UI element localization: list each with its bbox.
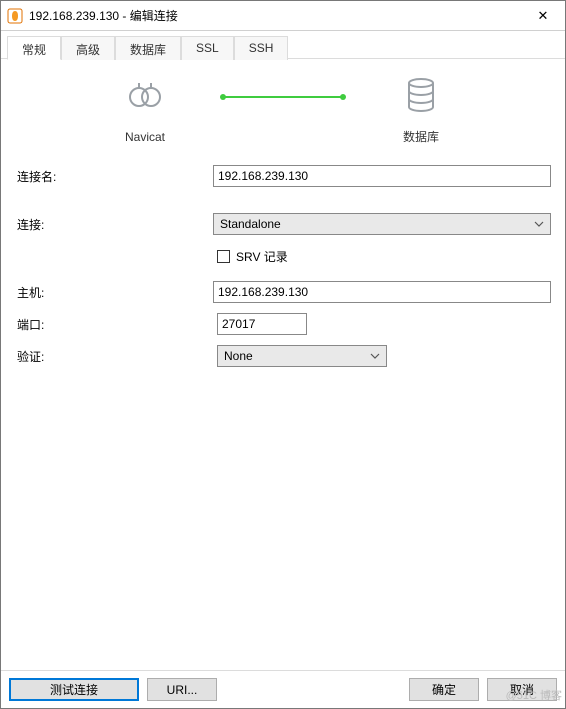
tab-database[interactable]: 数据库 bbox=[115, 36, 181, 60]
host-input[interactable] bbox=[213, 281, 551, 303]
row-srv: SRV 记录 bbox=[17, 245, 555, 267]
diagram-client: Navicat bbox=[85, 79, 205, 144]
chevron-down-icon bbox=[534, 218, 544, 232]
connection-name-label: 连接名: bbox=[17, 168, 213, 185]
tab-ssh[interactable]: SSH bbox=[234, 36, 289, 60]
connection-type-value: Standalone bbox=[220, 217, 281, 231]
port-label: 端口: bbox=[17, 316, 217, 333]
checkbox-icon bbox=[217, 250, 230, 263]
auth-label: 验证: bbox=[17, 348, 217, 365]
connection-type-label: 连接: bbox=[17, 216, 213, 233]
host-label: 主机: bbox=[17, 284, 213, 301]
diagram-client-label: Navicat bbox=[125, 130, 165, 144]
close-button[interactable]: ✕ bbox=[523, 2, 563, 30]
diagram-server-label: 数据库 bbox=[403, 128, 439, 145]
footer-bar: 测试连接 URI... 确定 取消 bbox=[1, 670, 565, 708]
tab-advanced[interactable]: 高级 bbox=[61, 36, 115, 60]
chevron-down-icon bbox=[370, 350, 380, 364]
auth-select[interactable]: None bbox=[217, 345, 387, 367]
form: 连接名: 连接: Standalone SRV 记录 bbox=[11, 165, 555, 367]
connection-type-select[interactable]: Standalone bbox=[213, 213, 551, 235]
diagram-connector bbox=[223, 96, 343, 98]
srv-checkbox-label: SRV 记录 bbox=[236, 248, 288, 265]
row-connection-type: 连接: Standalone bbox=[17, 213, 555, 235]
port-input[interactable] bbox=[217, 313, 307, 335]
tab-ssl[interactable]: SSL bbox=[181, 36, 234, 60]
auth-value: None bbox=[224, 349, 253, 363]
content-area: Navicat 数据库 连接名: 连接: Standalone bbox=[1, 59, 565, 670]
tab-strip: 常规 高级 数据库 SSL SSH bbox=[1, 31, 565, 59]
uri-button[interactable]: URI... bbox=[147, 678, 217, 701]
tab-general[interactable]: 常规 bbox=[7, 36, 61, 60]
close-icon: ✕ bbox=[538, 8, 549, 24]
navicat-icon bbox=[127, 79, 163, 120]
connection-name-input[interactable] bbox=[213, 165, 551, 187]
app-icon bbox=[7, 8, 23, 24]
connection-diagram: Navicat 数据库 bbox=[11, 77, 555, 145]
diagram-server: 数据库 bbox=[361, 77, 481, 145]
row-connection-name: 连接名: bbox=[17, 165, 555, 187]
window-title: 192.168.239.130 - 编辑连接 bbox=[29, 7, 523, 24]
cancel-button[interactable]: 取消 bbox=[487, 678, 557, 701]
row-host: 主机: bbox=[17, 281, 555, 303]
dialog-window: 192.168.239.130 - 编辑连接 ✕ 常规 高级 数据库 SSL S… bbox=[0, 0, 566, 709]
title-bar: 192.168.239.130 - 编辑连接 ✕ bbox=[1, 1, 565, 31]
srv-checkbox[interactable]: SRV 记录 bbox=[217, 248, 551, 265]
test-connection-button[interactable]: 测试连接 bbox=[9, 678, 139, 701]
ok-button[interactable]: 确定 bbox=[409, 678, 479, 701]
database-icon bbox=[405, 77, 437, 118]
row-port: 端口: bbox=[17, 313, 555, 335]
row-auth: 验证: None bbox=[17, 345, 555, 367]
